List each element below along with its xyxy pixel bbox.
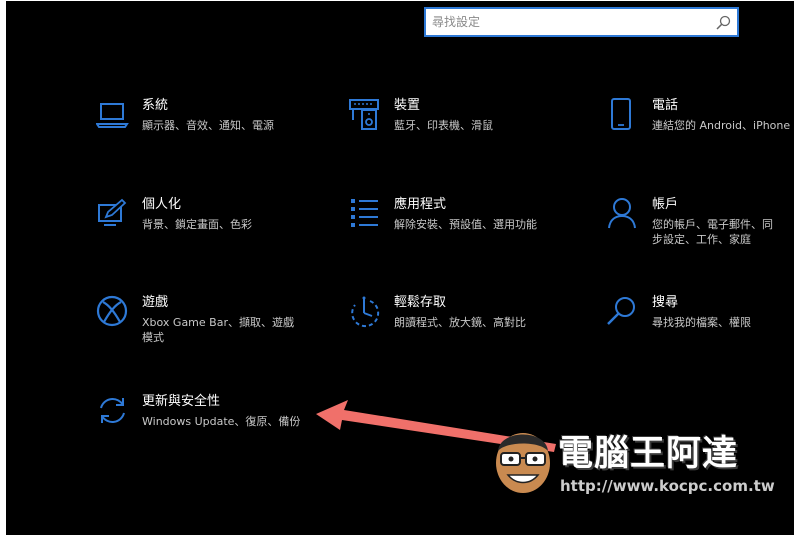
- tile-description: 尋找我的檔案、權限: [652, 316, 751, 329]
- personalization-icon: [96, 197, 130, 231]
- tile-description: 顯示器、音效、通知、電源: [142, 119, 274, 132]
- tile-description: 藍牙、印表機、滑鼠: [394, 119, 493, 132]
- tile-title: 遊戲: [142, 295, 169, 310]
- apps-list-icon: [348, 197, 382, 231]
- watermark: 電腦王阿達 http://www.kocpc.com.tw: [490, 419, 790, 503]
- laptop-icon: [95, 98, 130, 132]
- tile-apps[interactable]: 應用程式 解除安裝、預設值、選用功能: [348, 197, 588, 247]
- search-box[interactable]: [424, 7, 739, 37]
- xbox-icon: [96, 295, 130, 329]
- tile-description: 連結您的 Android、iPhone: [652, 119, 791, 132]
- sync-arrows-icon: [96, 394, 130, 428]
- tile-update-security[interactable]: 更新與安全性 Windows Update、復原、備份: [96, 394, 336, 444]
- tile-title: 應用程式: [394, 197, 447, 212]
- tile-title: 搜尋: [652, 295, 679, 310]
- tile-description: 朗讀程式、放大鏡、高對比: [394, 316, 526, 329]
- tile-description: 背景、鎖定畫面、色彩: [142, 218, 252, 231]
- tile-title: 個人化: [142, 197, 182, 212]
- tile-system[interactable]: 系統 顯示器、音效、通知、電源: [95, 98, 336, 148]
- magnifier-icon: [606, 295, 640, 329]
- tile-title: 裝置: [394, 98, 421, 113]
- tile-title: 帳戶: [652, 197, 679, 212]
- tile-title: 輕鬆存取: [394, 295, 447, 310]
- mascot-face-icon: [496, 433, 550, 493]
- tile-personalization[interactable]: 個人化 背景、鎖定畫面、色彩: [96, 197, 336, 247]
- devices-icon: [348, 98, 382, 132]
- watermark-text: 電腦王阿達: [558, 434, 739, 474]
- tile-description: 解除安裝、預設值、選用功能: [394, 218, 537, 231]
- tile-devices[interactable]: 裝置 藍牙、印表機、滑鼠: [348, 98, 588, 148]
- watermark-url: http://www.kocpc.com.tw: [560, 477, 775, 495]
- tile-title: 更新與安全性: [142, 394, 221, 409]
- ease-of-access-icon: [348, 295, 382, 329]
- tile-phone[interactable]: 電話 連結您的 Android、iPhone: [606, 98, 794, 148]
- phone-icon: [606, 98, 640, 132]
- tile-search[interactable]: 搜尋 尋找我的檔案、權限: [606, 295, 794, 345]
- tile-ease-of-access[interactable]: 輕鬆存取 朗讀程式、放大鏡、高對比: [348, 295, 588, 345]
- tile-title: 系統: [142, 98, 169, 113]
- tile-gaming[interactable]: 遊戲 Xbox Game Bar、擷取、遊戲模式: [96, 295, 336, 345]
- settings-window: 系統 顯示器、音效、通知、電源 裝置 藍牙、印表機、滑鼠 電話 連結您的 And…: [6, 1, 794, 535]
- search-input[interactable]: [432, 12, 702, 32]
- tile-accounts[interactable]: 帳戶 您的帳戶、電子郵件、同步設定、工作、家庭: [606, 197, 794, 257]
- search-icon[interactable]: [715, 15, 731, 31]
- tile-description: Xbox Game Bar、擷取、遊戲模式: [142, 316, 294, 344]
- person-icon: [606, 197, 640, 231]
- tile-description: 您的帳戶、電子郵件、同步設定、工作、家庭: [652, 218, 773, 246]
- tile-title: 電話: [652, 98, 679, 113]
